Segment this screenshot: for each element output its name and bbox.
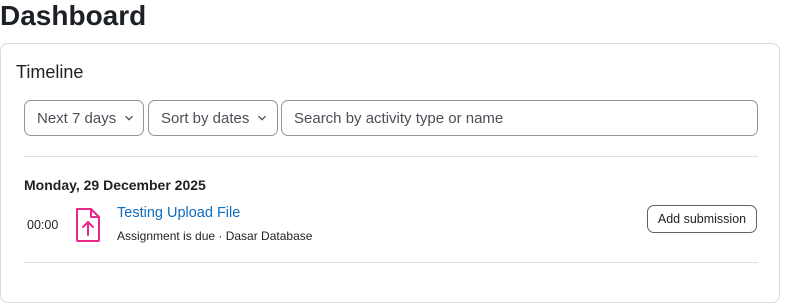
- date-heading: Monday, 29 December 2025: [24, 177, 206, 193]
- sort-dropdown-label: Sort by dates: [161, 109, 250, 127]
- page-title: Dashboard: [0, 0, 147, 31]
- event-meta: Assignment is due · Dasar Database: [117, 229, 313, 243]
- chevron-down-icon: [125, 115, 134, 121]
- add-submission-button[interactable]: Add submission: [647, 205, 757, 233]
- timeline-card: [0, 43, 780, 303]
- sort-dropdown[interactable]: Sort by dates: [148, 100, 278, 136]
- chevron-down-icon: [258, 115, 267, 121]
- file-upload-icon: [76, 208, 100, 242]
- filter-dropdown-label: Next 7 days: [37, 109, 117, 127]
- filter-dropdown[interactable]: Next 7 days: [24, 100, 144, 136]
- event-link[interactable]: Testing Upload File: [117, 205, 240, 221]
- divider: [24, 156, 758, 157]
- search-input[interactable]: [281, 100, 758, 136]
- divider: [24, 262, 758, 263]
- event-time: 00:00: [27, 218, 59, 232]
- timeline-title: Timeline: [16, 62, 84, 82]
